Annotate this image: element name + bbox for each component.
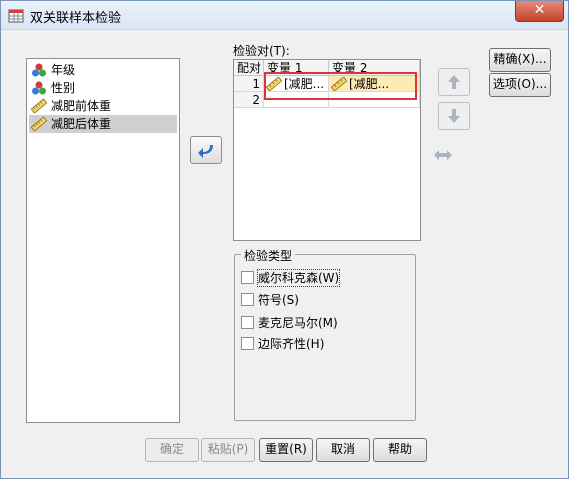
test-pairs-label: 检验对(T): [233, 44, 290, 58]
variable-label: 年级 [51, 63, 76, 77]
sign-checkbox[interactable] [241, 293, 254, 306]
paste-button[interactable]: 粘贴(P) [201, 438, 255, 462]
variable-label: 减肥后体重 [51, 117, 112, 131]
marginal-homogeneity-checkbox[interactable] [241, 337, 254, 350]
row-number: 2 [234, 92, 264, 108]
scale-ruler-icon [31, 98, 47, 114]
dialog-window: 双关联样本检验 ✕ 年级 性别 减肥前体重 减肥后体重 检验对(T): 配对 变… [0, 0, 569, 479]
reset-button[interactable]: 重置(R) [259, 438, 313, 462]
scale-ruler-icon [31, 116, 47, 132]
arrow-down-icon [448, 109, 460, 123]
move-down-button[interactable] [438, 102, 470, 130]
move-left-button[interactable] [190, 136, 222, 164]
options-button[interactable]: 选项(O)... [489, 73, 551, 97]
close-button[interactable]: ✕ [515, 1, 564, 22]
list-item-gender[interactable]: 性别 [29, 79, 177, 97]
mcnemar-label: 麦克尼马尔(M) [258, 316, 338, 330]
title-bar[interactable]: 双关联样本检验 ✕ [1, 1, 568, 30]
move-up-button[interactable] [438, 68, 470, 96]
test-type-title: 检验类型 [241, 247, 296, 264]
swap-arrows-icon [434, 150, 452, 160]
app-table-icon [8, 9, 24, 23]
arrow-up-icon [448, 75, 460, 89]
close-icon: ✕ [533, 2, 546, 18]
curved-arrow-left-icon [198, 145, 213, 158]
list-item-grade[interactable]: 年级 [29, 61, 177, 79]
swap-button[interactable] [428, 142, 458, 168]
variable-label: 减肥前体重 [51, 99, 112, 113]
exact-button[interactable]: 精确(X)... [489, 48, 551, 72]
list-item-weight-before[interactable]: 减肥前体重 [29, 97, 177, 115]
variable-label: 性别 [51, 81, 76, 95]
marginal-homogeneity-label: 边际齐性(H) [258, 337, 325, 351]
row-number: 1 [234, 76, 264, 92]
column-header-pair: 配对 [234, 60, 264, 76]
nominal-balls-icon [32, 81, 46, 95]
list-item-weight-after[interactable]: 减肥后体重 [29, 115, 177, 133]
wilcoxon-label: 威尔科克森(W) [256, 269, 341, 287]
cancel-button[interactable]: 取消 [316, 438, 370, 462]
window-title: 双关联样本检验 [30, 11, 122, 26]
dialog-body: 年级 性别 减肥前体重 减肥后体重 检验对(T): 配对 变量 1 变量 2 1… [8, 30, 561, 471]
variable-list[interactable]: 年级 性别 减肥前体重 减肥后体重 [26, 58, 180, 423]
wilcoxon-checkbox[interactable] [241, 271, 254, 284]
nominal-balls-icon [32, 63, 46, 77]
help-button[interactable]: 帮助 [373, 438, 427, 462]
ok-button[interactable]: 确定 [145, 438, 199, 462]
mcnemar-checkbox[interactable] [241, 316, 254, 329]
sign-label: 符号(S) [258, 293, 299, 307]
annotation-highlight-box [264, 72, 417, 100]
